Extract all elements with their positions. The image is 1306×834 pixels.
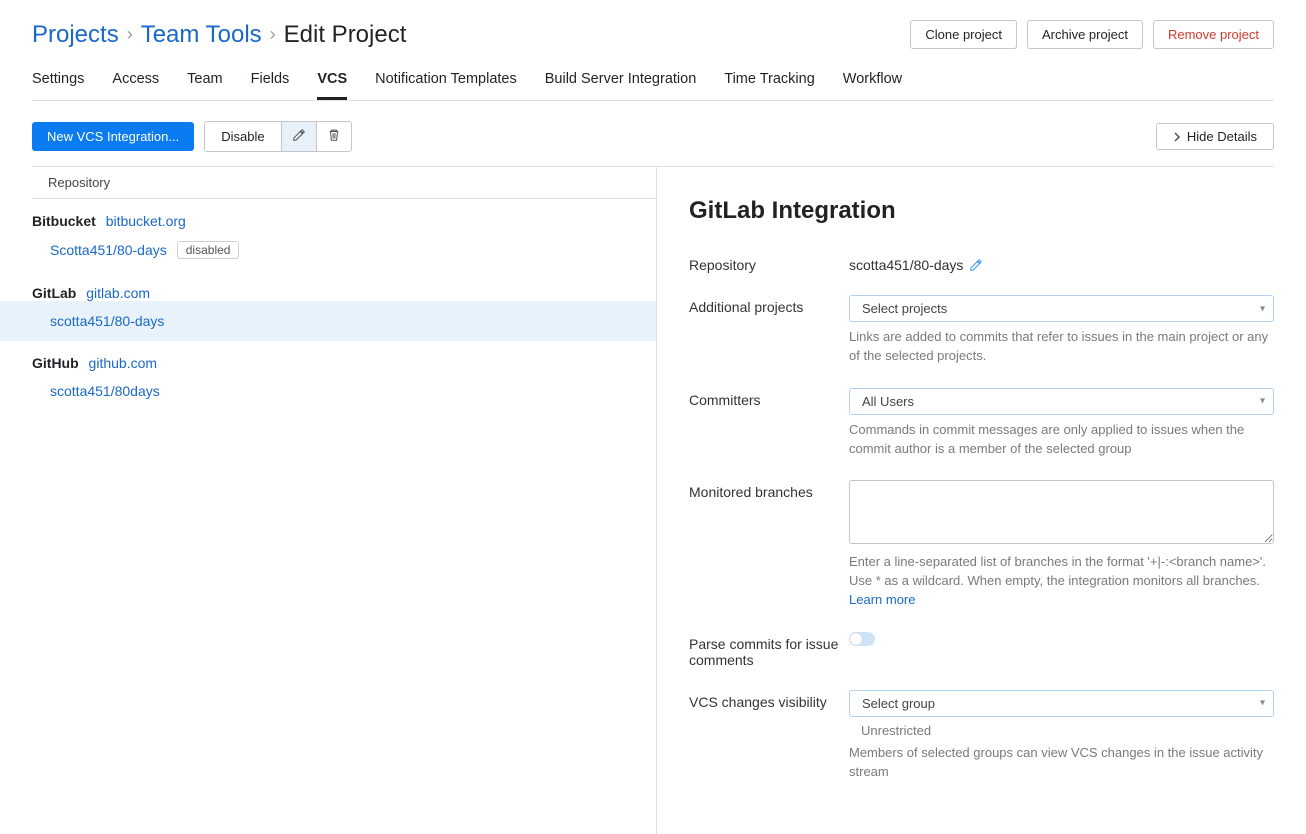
provider-gitlab-host[interactable]: gitlab.com	[86, 285, 150, 301]
hide-details-button[interactable]: Hide Details	[1156, 123, 1274, 150]
delete-button[interactable]	[316, 121, 352, 152]
repo-row-github-0[interactable]: scotta451/80days	[32, 371, 656, 411]
toggle-knob	[850, 633, 862, 645]
trash-icon	[327, 130, 341, 145]
committers-select[interactable]: All Users ▾	[849, 388, 1274, 415]
committers-label: Committers	[689, 388, 849, 459]
provider-github: GitHub	[32, 355, 79, 371]
repository-label: Repository	[689, 253, 849, 273]
pencil-icon	[292, 130, 306, 145]
repo-link: scotta451/80days	[50, 383, 160, 399]
page-title: Edit Project	[284, 21, 407, 49]
parse-commits-toggle[interactable]	[849, 632, 875, 646]
tab-settings[interactable]: Settings	[32, 71, 84, 100]
committers-help: Commands in commit messages are only app…	[849, 421, 1274, 459]
select-value: All Users	[862, 394, 914, 409]
repo-link: Scotta451/80-days	[50, 242, 167, 258]
archive-project-button[interactable]: Archive project	[1027, 20, 1143, 49]
monitored-branches-help: Enter a line-separated list of branches …	[849, 553, 1274, 610]
repository-column-header: Repository	[32, 167, 656, 199]
chevron-down-icon: ▾	[1260, 396, 1265, 407]
provider-bitbucket: Bitbucket	[32, 213, 96, 229]
select-value: Select projects	[862, 301, 947, 316]
additional-projects-select[interactable]: Select projects ▾	[849, 295, 1274, 322]
repository-value: scotta451/80-days	[849, 257, 963, 273]
repo-row-bitbucket-0[interactable]: Scotta451/80-days disabled	[32, 229, 656, 271]
provider-gitlab: GitLab	[32, 285, 76, 301]
disable-button[interactable]: Disable	[204, 121, 281, 152]
panel-title: GitLab Integration	[689, 197, 1274, 225]
hide-details-label: Hide Details	[1187, 129, 1257, 144]
vcs-visibility-help: Members of selected groups can view VCS …	[849, 744, 1274, 782]
breadcrumb-team-tools[interactable]: Team Tools	[141, 21, 262, 49]
breadcrumb-projects[interactable]: Projects	[32, 21, 119, 49]
repo-link: scotta451/80-days	[50, 313, 164, 329]
chevron-down-icon: ▾	[1260, 698, 1265, 709]
edit-repository-icon[interactable]	[969, 258, 983, 272]
repo-row-gitlab-0[interactable]: scotta451/80-days	[0, 301, 656, 341]
tab-team[interactable]: Team	[187, 71, 222, 100]
clone-project-button[interactable]: Clone project	[910, 20, 1017, 49]
chevron-down-icon: ▾	[1260, 303, 1265, 314]
remove-project-button[interactable]: Remove project	[1153, 20, 1274, 49]
tab-notification-templates[interactable]: Notification Templates	[375, 71, 517, 100]
breadcrumb: Projects › Team Tools › Edit Project	[32, 21, 406, 49]
tab-workflow[interactable]: Workflow	[843, 71, 902, 100]
integration-actions-group: Disable	[204, 121, 351, 152]
tab-fields[interactable]: Fields	[251, 71, 290, 100]
tab-time-tracking[interactable]: Time Tracking	[724, 71, 815, 100]
provider-github-host[interactable]: github.com	[89, 355, 157, 371]
vcs-visibility-select[interactable]: Select group ▾	[849, 690, 1274, 717]
new-vcs-integration-button[interactable]: New VCS Integration...	[32, 122, 194, 151]
additional-projects-label: Additional projects	[689, 295, 849, 366]
tab-access[interactable]: Access	[112, 71, 159, 100]
parse-commits-label: Parse commits for issue comments	[689, 632, 849, 668]
tab-bar: Settings Access Team Fields VCS Notifica…	[32, 71, 1274, 101]
monitored-branches-label: Monitored branches	[689, 480, 849, 610]
learn-more-link[interactable]: Learn more	[849, 592, 915, 607]
status-badge: disabled	[177, 241, 240, 259]
chevron-right-icon	[1173, 132, 1181, 142]
additional-projects-help: Links are added to commits that refer to…	[849, 328, 1274, 366]
select-value: Select group	[862, 696, 935, 711]
vcs-visibility-label: VCS changes visibility	[689, 690, 849, 782]
chevron-right-icon: ›	[127, 24, 133, 45]
vcs-visibility-current: Unrestricted	[849, 723, 1274, 738]
provider-bitbucket-host[interactable]: bitbucket.org	[106, 213, 186, 229]
tab-build-server[interactable]: Build Server Integration	[545, 71, 697, 100]
edit-button[interactable]	[281, 121, 317, 152]
tab-vcs[interactable]: VCS	[317, 71, 347, 100]
monitored-branches-input[interactable]	[849, 480, 1274, 544]
chevron-right-icon: ›	[270, 24, 276, 45]
